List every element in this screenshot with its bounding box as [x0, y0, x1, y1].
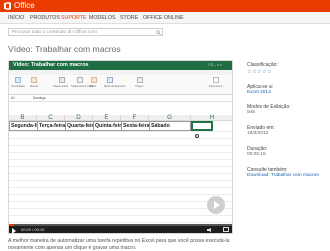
- nav-item-produtos[interactable]: PRODUTOS: [30, 15, 60, 22]
- table-cell: Terça-feira: [37, 121, 65, 131]
- applies-value[interactable]: Excel 2013: [247, 90, 271, 96]
- ribbon-label: Visual Basic: [11, 85, 26, 88]
- search-placeholder: Procurar todo o conteúdo do Office.com: [12, 30, 97, 35]
- table-cell: Sexta-feira: [121, 121, 149, 131]
- fullscreen-icon[interactable]: [223, 227, 229, 232]
- ribbon: Visual Basic Macros Suplementos Suplemen…: [9, 75, 232, 95]
- table-cell: Quarta-feir: [65, 121, 93, 131]
- sheet-grid: [9, 131, 232, 226]
- rating-stars-icon[interactable]: ☆☆☆☆☆: [247, 69, 272, 75]
- top-bar: Office: [0, 0, 330, 12]
- ribbon-label: Suplementos: [53, 85, 69, 88]
- ribbon-label: Modo de Estrutura: [104, 85, 126, 88]
- visual-basic-icon: [15, 77, 21, 83]
- nav-item-inicio[interactable]: INÍCIO: [8, 15, 24, 22]
- nav-item-suporte[interactable]: SUPORTE: [61, 15, 87, 22]
- excel-title-bar: Vídeo: Trabalhar com macros ? ⊡ – □ ×: [9, 61, 232, 70]
- duration-value: 00:05:15: [247, 152, 266, 157]
- ribbon-label: Macros: [30, 85, 39, 88]
- nav-item-office-online[interactable]: OFFICE ONLINE: [143, 15, 184, 22]
- rating-label: Classificação:: [247, 62, 278, 68]
- com-addins-icon: [77, 77, 83, 83]
- see-also-link[interactable]: Download: Trabalhar com macros: [247, 173, 319, 179]
- formula-bar: A1 Domingo: [9, 96, 232, 102]
- volume-icon[interactable]: [207, 228, 213, 232]
- source-icon: [137, 77, 143, 83]
- sent-value: 18/3/2013: [247, 131, 269, 136]
- brand-name[interactable]: Office: [14, 1, 35, 11]
- name-box: A1: [11, 96, 15, 100]
- views-value: 545: [247, 110, 256, 115]
- formula-text: Domingo: [33, 96, 46, 100]
- nav-item-store[interactable]: STORE: [120, 15, 138, 22]
- playback-time: 00:00 / 00:15: [21, 227, 45, 232]
- video-caption: Vídeo: Trabalhar com macros: [13, 62, 89, 68]
- document-panel-icon: [213, 77, 219, 83]
- video-player[interactable]: Vídeo: Trabalhar com macros ? ⊡ – □ × Vi…: [8, 60, 233, 234]
- main-nav: INÍCIO PRODUTOS SUPORTE MODELOS STORE OF…: [0, 12, 330, 24]
- search-input[interactable]: Procurar todo o conteúdo do Office.com: [8, 28, 163, 36]
- ribbon-label: Documento: [209, 85, 223, 88]
- table-cell: Quinta-feir: [93, 121, 121, 131]
- control-play-icon[interactable]: [12, 228, 16, 233]
- table-cell: Segunda-fe: [9, 121, 37, 131]
- video-controls: 00:00 / 00:15: [9, 224, 232, 233]
- addins-icon: [59, 77, 65, 83]
- video-description: A melhor maneira de automatizar uma tare…: [8, 238, 230, 251]
- design-mode-icon: [107, 77, 113, 83]
- nav-item-modelos[interactable]: MODELOS: [89, 15, 116, 22]
- page-title: Vídeo: Trabalhar com macros: [8, 44, 121, 54]
- progress-fill: [9, 224, 14, 226]
- insert-control-icon: [91, 77, 97, 83]
- play-icon: [214, 201, 220, 209]
- selected-cell: [191, 121, 213, 131]
- office-logo-icon: [4, 2, 11, 10]
- progress-bar[interactable]: [9, 224, 232, 226]
- play-button[interactable]: [207, 196, 225, 214]
- search-icon[interactable]: [156, 30, 161, 35]
- macros-icon: [31, 77, 37, 83]
- ribbon-label: Origem: [135, 85, 144, 88]
- ribbon-label: Inserir: [89, 85, 97, 88]
- window-controls: ? ⊡ – □ ×: [207, 63, 222, 67]
- table-cell: Sábado: [149, 121, 191, 131]
